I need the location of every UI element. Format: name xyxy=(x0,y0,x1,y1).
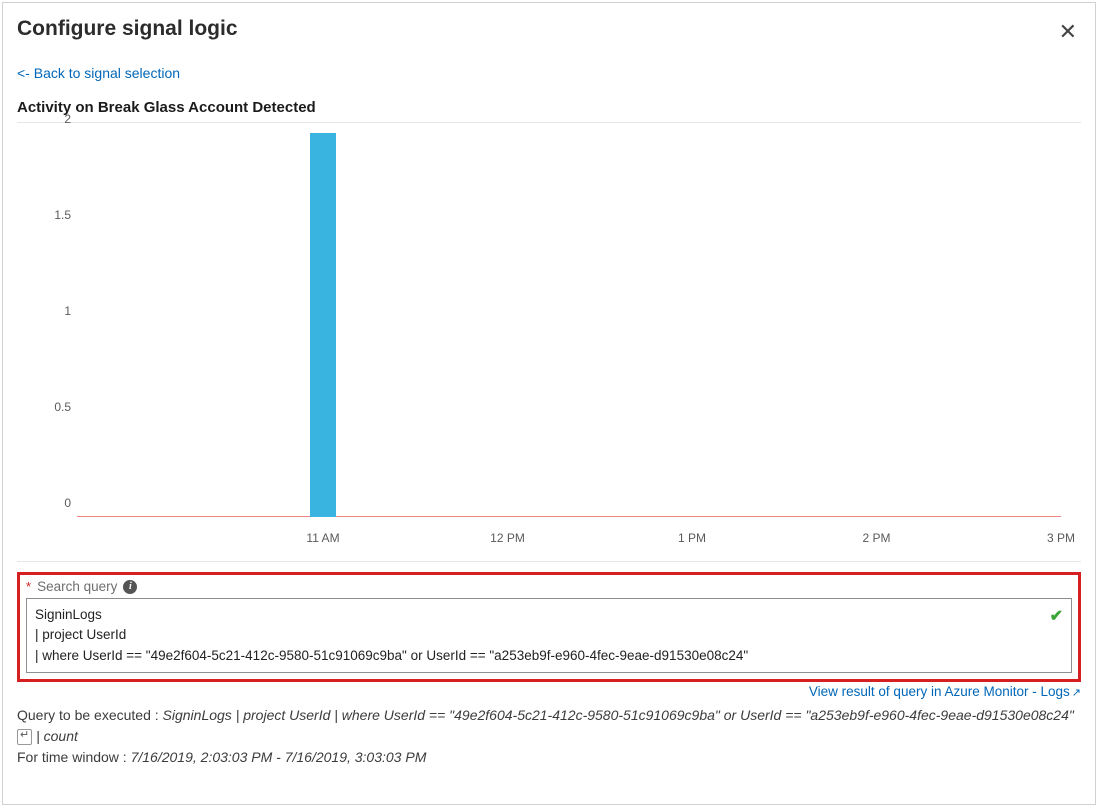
time-window-value: 7/16/2019, 2:03:03 PM - 7/16/2019, 3:03:… xyxy=(131,749,427,765)
chart-x-axis xyxy=(77,516,1061,517)
configure-signal-logic-panel: Configure signal logic ✕ <- Back to sign… xyxy=(2,2,1096,805)
external-link-icon: ↗ xyxy=(1072,687,1081,699)
preview-chart: 00.511.5211 AM12 PM1 PM2 PM3 PM xyxy=(17,122,1081,562)
required-indicator: * xyxy=(26,579,31,594)
chart-x-tick: 3 PM xyxy=(1047,531,1075,545)
chart-y-tick: 0 xyxy=(31,496,71,510)
view-result-link[interactable]: View result of query in Azure Monitor - … xyxy=(809,684,1081,699)
view-result-link-text: View result of query in Azure Monitor - … xyxy=(809,684,1070,699)
signal-name-heading: Activity on Break Glass Account Detected xyxy=(17,99,1081,116)
panel-header: Configure signal logic ✕ xyxy=(17,13,1081,51)
search-query-label-row: * Search query i xyxy=(26,579,1072,594)
query-line: SigninLogs xyxy=(35,605,1041,625)
newline-glyph-icon: ↵ xyxy=(17,729,32,744)
chart-x-tick: 1 PM xyxy=(678,531,706,545)
panel-title: Configure signal logic xyxy=(17,17,238,41)
chart-y-tick: 1.5 xyxy=(31,208,71,222)
chart-x-tick: 12 PM xyxy=(490,531,525,545)
close-icon[interactable]: ✕ xyxy=(1055,17,1081,47)
exec-suffix: | count xyxy=(32,728,78,744)
info-icon[interactable]: i xyxy=(123,580,137,594)
exec-query-text: SigninLogs | project UserId | where User… xyxy=(163,707,1074,723)
search-query-section: * Search query i ✔ SigninLogs| project U… xyxy=(17,572,1081,682)
view-result-row: View result of query in Azure Monitor - … xyxy=(17,684,1081,699)
time-window-prefix: For time window : xyxy=(17,749,131,765)
chart-y-tick: 0.5 xyxy=(31,400,71,414)
exec-prefix: Query to be executed : xyxy=(17,707,163,723)
query-line: | where UserId == "49e2f604-5c21-412c-95… xyxy=(35,646,1041,666)
chart-plot-area: 00.511.5211 AM12 PM1 PM2 PM3 PM xyxy=(77,133,1061,517)
query-line: | project UserId xyxy=(35,625,1041,645)
chart-y-tick: 1 xyxy=(31,304,71,318)
execution-summary: Query to be executed : SigninLogs | proj… xyxy=(17,705,1081,768)
search-query-input[interactable]: ✔ SigninLogs| project UserId| where User… xyxy=(26,598,1072,673)
chart-y-tick: 2 xyxy=(31,112,71,126)
back-to-signal-selection-link[interactable]: <- Back to signal selection xyxy=(17,65,180,81)
valid-check-icon: ✔ xyxy=(1050,605,1063,629)
chart-x-tick: 11 AM xyxy=(306,531,339,545)
chart-bar xyxy=(310,133,336,517)
chart-x-tick: 2 PM xyxy=(862,531,890,545)
search-query-label: Search query xyxy=(37,579,117,594)
